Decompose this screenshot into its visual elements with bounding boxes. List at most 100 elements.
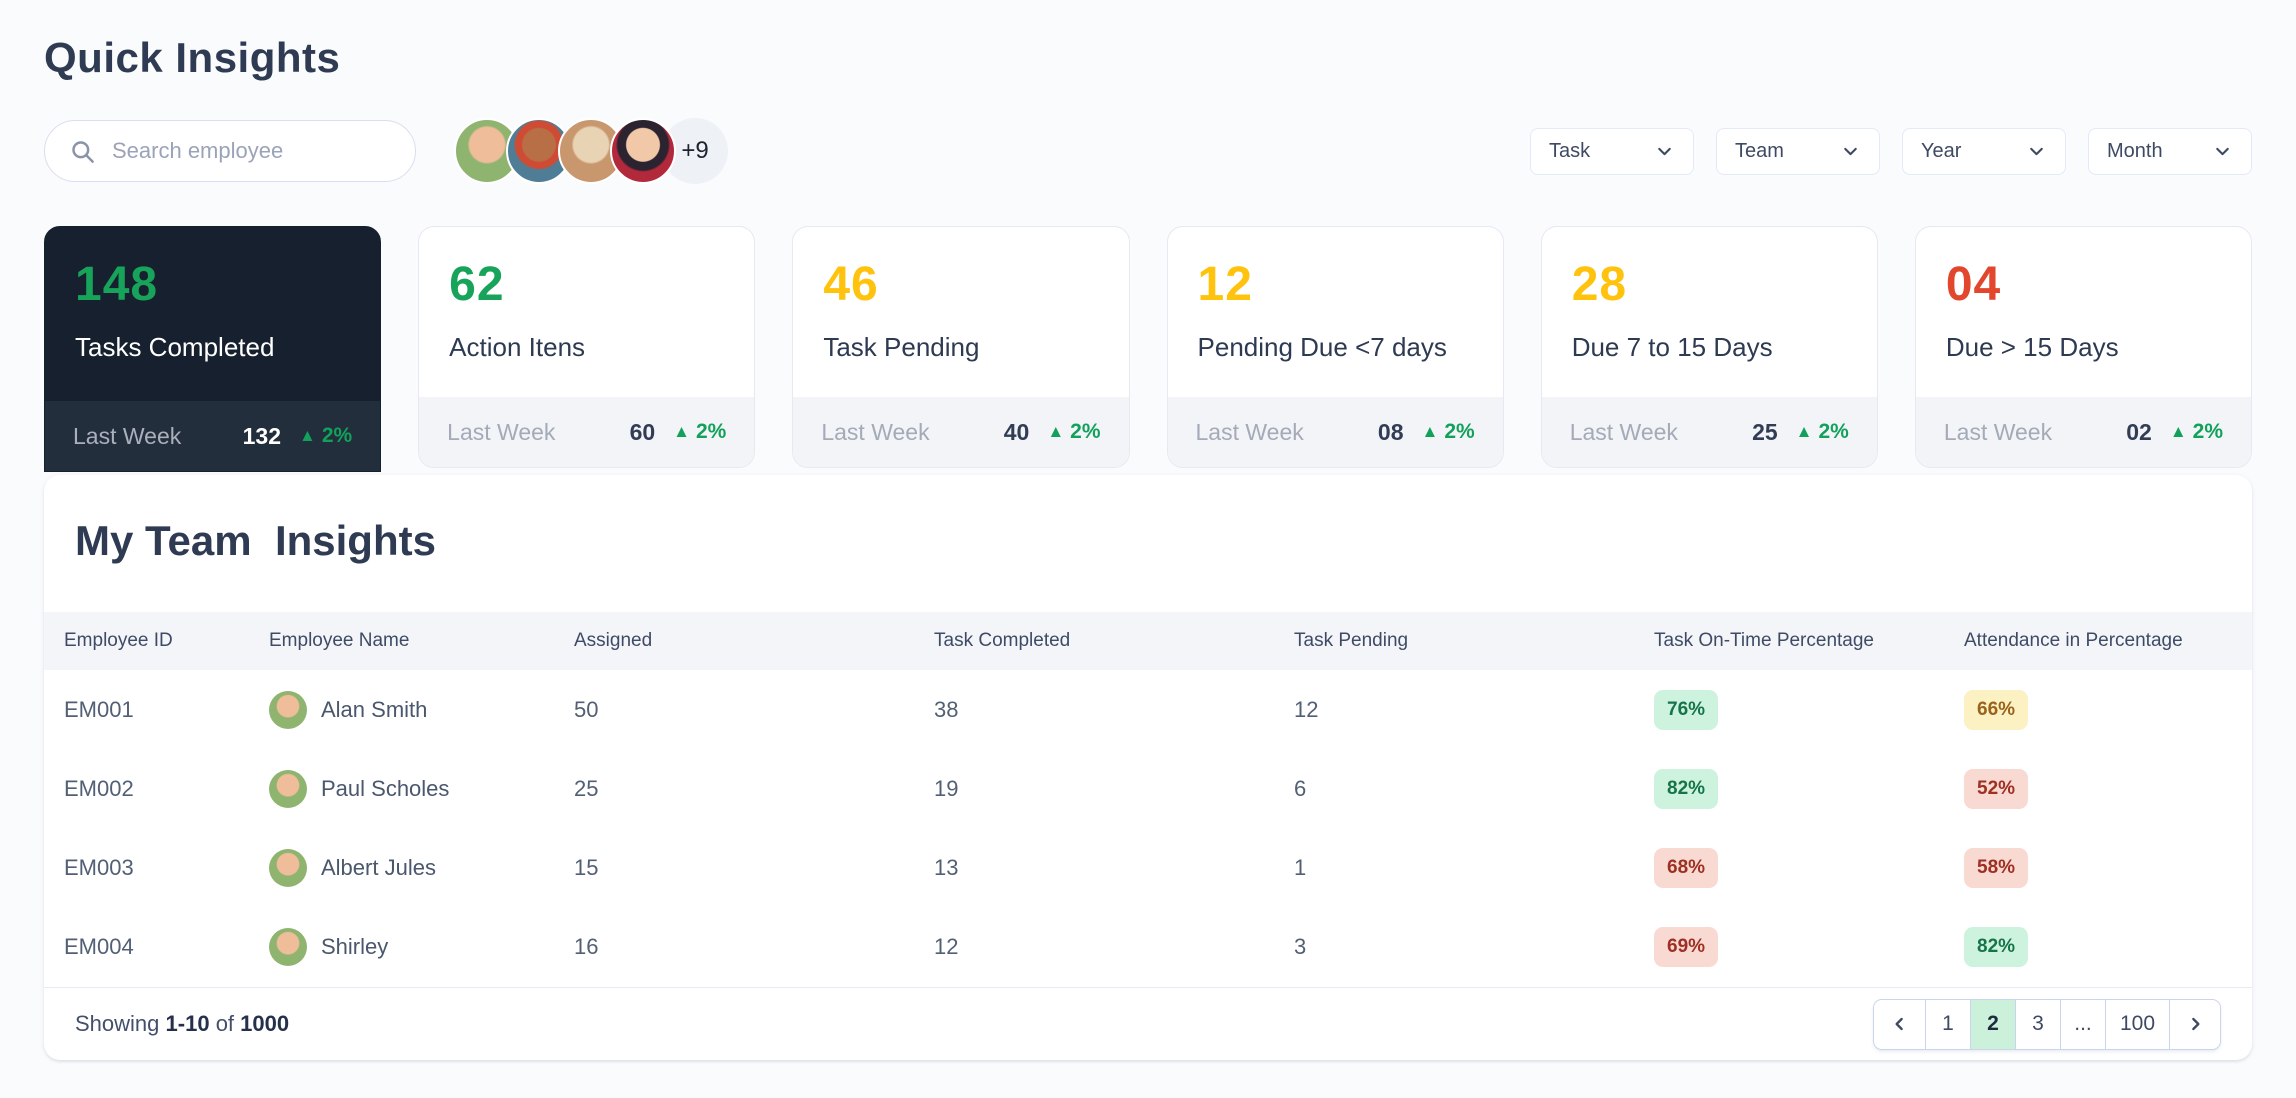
card-body: 04 Due > 15 Days bbox=[1916, 227, 2251, 397]
stat-card-action-items[interactable]: 62 Action Itens Last Week 60 ▲ 2% bbox=[418, 226, 756, 468]
employee-name: Paul Scholes bbox=[321, 775, 450, 801]
team-filter-dropdown[interactable]: Team bbox=[1716, 127, 1880, 175]
trend-up-icon: ▲ bbox=[298, 426, 316, 445]
task-filter-dropdown[interactable]: Task bbox=[1530, 127, 1694, 175]
trend-delta: 2% bbox=[1444, 420, 1475, 443]
stat-label: Tasks Completed bbox=[75, 332, 275, 362]
page-button-1[interactable]: 1 bbox=[1925, 999, 1970, 1049]
card-body: 12 Pending Due <7 days bbox=[1168, 227, 1503, 397]
cell-employee: Paul Scholes bbox=[269, 769, 574, 808]
cell-attendance: 58% bbox=[1964, 847, 2232, 888]
cell-employee: Albert Jules bbox=[269, 848, 574, 887]
stat-card-tasks-completed[interactable]: 148 Tasks Completed Last Week 132 ▲ 2% bbox=[44, 226, 382, 472]
stat-card-due-7-15[interactable]: 28 Due 7 to 15 Days Last Week 25 ▲ 2% bbox=[1540, 226, 1878, 468]
employee-avatar bbox=[269, 769, 307, 808]
trend-delta: 2% bbox=[321, 424, 353, 447]
card-body: 46 Task Pending bbox=[793, 227, 1128, 397]
attendance-badge: 66% bbox=[1964, 689, 2029, 730]
cell-pending: 1 bbox=[1294, 854, 1307, 880]
cell-assigned: 50 bbox=[574, 696, 599, 722]
stat-card-due-over-15[interactable]: 04 Due > 15 Days Last Week 02 ▲ 2% bbox=[1914, 226, 2253, 468]
avatar bbox=[610, 118, 676, 184]
prev-page-button[interactable] bbox=[1874, 999, 1925, 1049]
cell-attendance: 66% bbox=[1964, 689, 2232, 730]
card-body: 148 Tasks Completed bbox=[45, 227, 380, 401]
cell-pending: 3 bbox=[1294, 933, 1307, 959]
search-input[interactable] bbox=[112, 138, 391, 164]
col-header-employee-name: Employee Name bbox=[269, 630, 410, 651]
col-header-attendance: Attendance in Percentage bbox=[1964, 630, 2183, 651]
showing-range: 1-10 bbox=[165, 1011, 210, 1036]
attendance-badge: 58% bbox=[1964, 847, 2029, 888]
on-time-badge: 68% bbox=[1654, 847, 1719, 888]
chevron-down-icon bbox=[1844, 147, 1857, 155]
trend-up-icon: ▲ bbox=[1047, 422, 1065, 441]
table-row[interactable]: EM001 Alan Smith 50 38 12 76% 66% bbox=[44, 670, 2252, 749]
page-ellipsis[interactable]: ... bbox=[2060, 999, 2105, 1049]
trend-delta: 2% bbox=[2192, 420, 2224, 443]
cell-on-time: 76% bbox=[1654, 689, 1964, 730]
trend-delta: 2% bbox=[695, 420, 727, 443]
month-filter-dropdown[interactable]: Month bbox=[2088, 127, 2252, 175]
lastweek-value: 40 bbox=[1003, 418, 1030, 445]
year-filter-dropdown[interactable]: Year bbox=[1902, 127, 2066, 175]
cell-attendance: 82% bbox=[1964, 926, 2232, 967]
trend-up-icon: ▲ bbox=[1795, 422, 1813, 441]
month-filter-label: Month bbox=[2107, 139, 2163, 162]
on-time-badge: 76% bbox=[1654, 689, 1719, 730]
lastweek-value: 60 bbox=[629, 418, 656, 445]
avatar-group[interactable]: +9 bbox=[454, 118, 728, 184]
cell-employee-id: EM001 bbox=[64, 696, 134, 722]
stat-value: 04 bbox=[1945, 258, 2002, 311]
cell-attendance: 52% bbox=[1964, 768, 2232, 809]
stat-card-pending-due-7[interactable]: 12 Pending Due <7 days Last Week 08 ▲ 2% bbox=[1166, 226, 1504, 468]
page-title: Quick Insights bbox=[44, 34, 341, 81]
employee-avatar bbox=[269, 848, 307, 887]
table-footer: Showing 1-10 of 1000 1 2 3 ... 100 bbox=[44, 987, 2252, 1060]
trend-up-icon: ▲ bbox=[2169, 422, 2187, 441]
page-button-2-active[interactable]: 2 bbox=[1970, 999, 2015, 1049]
team-filter-label: Team bbox=[1735, 139, 1784, 162]
table-row[interactable]: EM004 Shirley 16 12 3 69% 82% bbox=[44, 907, 2252, 986]
stat-label: Due 7 to 15 Days bbox=[1571, 332, 1773, 362]
table-row[interactable]: EM003 Albert Jules 15 13 1 68% 58% bbox=[44, 828, 2252, 907]
stat-label: Due > 15 Days bbox=[1945, 332, 2119, 362]
chevron-down-icon bbox=[2216, 147, 2229, 155]
stat-value: 12 bbox=[1197, 258, 1253, 311]
cell-on-time: 68% bbox=[1654, 847, 1964, 888]
stat-label: Task Pending bbox=[823, 332, 980, 362]
card-body: 28 Due 7 to 15 Days bbox=[1542, 227, 1877, 397]
card-footer: Last Week 02 ▲ 2% bbox=[1915, 397, 2252, 467]
showing-text: Showing 1-10 of 1000 bbox=[75, 1011, 289, 1037]
lastweek-label: Last Week bbox=[1943, 418, 2053, 445]
table-header-row: Employee ID Employee Name Assigned Task … bbox=[44, 612, 2252, 670]
lastweek-value: 08 bbox=[1377, 418, 1404, 445]
page-button-100[interactable]: 100 bbox=[2105, 999, 2169, 1049]
table-row[interactable]: EM002 Paul Scholes 25 19 6 82% 52% bbox=[44, 749, 2252, 828]
col-header-on-time: Task On-Time Percentage bbox=[1654, 630, 1874, 651]
filter-bar: Task Team Year Month bbox=[1530, 127, 2252, 175]
attendance-badge: 52% bbox=[1964, 768, 2029, 809]
cell-completed: 13 bbox=[934, 854, 959, 880]
lastweek-label: Last Week bbox=[821, 418, 930, 445]
stat-label: Pending Due <7 days bbox=[1197, 332, 1447, 362]
chevron-left-icon bbox=[1895, 1017, 1903, 1031]
cell-employee-id: EM003 bbox=[64, 854, 134, 880]
search-box[interactable] bbox=[44, 120, 416, 182]
year-filter-label: Year bbox=[1921, 139, 1962, 162]
cell-employee-id: EM002 bbox=[64, 775, 134, 801]
lastweek-value: 02 bbox=[2126, 418, 2152, 445]
dashboard: Quick Insights +9 Task Team bbox=[0, 0, 2296, 1060]
showing-prefix: Showing bbox=[75, 1011, 160, 1036]
showing-of: of bbox=[215, 1011, 235, 1036]
toolbar: +9 Task Team Year Month bbox=[44, 118, 2252, 184]
lastweek-value: 132 bbox=[242, 422, 281, 449]
next-page-button[interactable] bbox=[2169, 999, 2220, 1049]
on-time-badge: 82% bbox=[1654, 768, 1719, 809]
page-button-3[interactable]: 3 bbox=[2015, 999, 2060, 1049]
stat-card-task-pending[interactable]: 46 Task Pending Last Week 40 ▲ 2% bbox=[792, 226, 1130, 468]
card-body: 62 Action Itens bbox=[419, 227, 754, 397]
stat-value: 62 bbox=[449, 258, 505, 311]
chevron-right-icon bbox=[2192, 1017, 2200, 1031]
card-footer: Last Week 132 ▲ 2% bbox=[45, 401, 381, 471]
